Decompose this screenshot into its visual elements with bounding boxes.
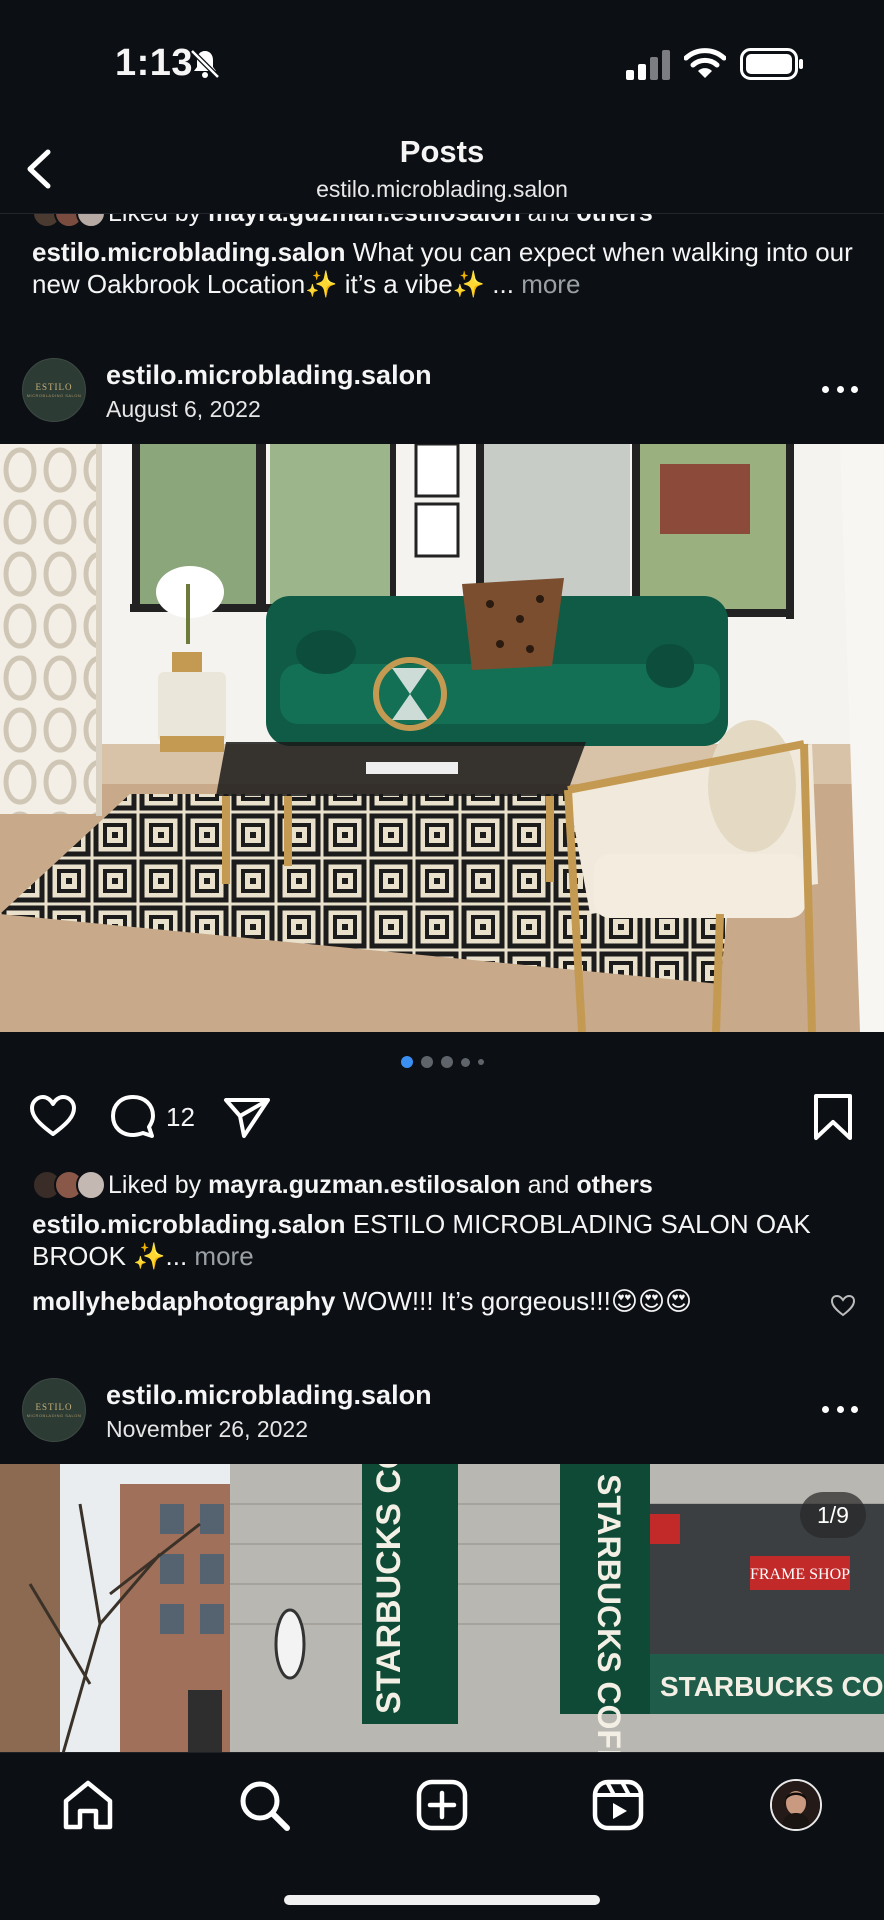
post-caption: estilo.microblading.salon ESTILO MICROBL… [32,1208,862,1272]
bookmark-icon[interactable] [808,1092,858,1142]
caption-username[interactable]: estilo.microblading.salon [32,1209,346,1239]
liked-and: and [528,214,570,228]
liked-user-link[interactable]: mayra.guzman.estilosalon [208,1171,521,1200]
search-icon[interactable] [236,1777,292,1833]
liked-prefix: Liked by [108,214,201,228]
profile-avatar[interactable]: ESTILO MICROBLADING SALON [22,1378,86,1442]
post-photo-street[interactable]: FRAME SHOP STARBUCKS COFFEE STARBUCKS CO… [0,1464,884,1752]
wifi-icon [684,48,726,78]
avatar-logo-text: ESTILO [35,382,73,392]
avatar-logo-subtext: MICROBLADING SALON [26,393,82,398]
share-send-icon[interactable] [222,1092,272,1142]
avatar-logo-subtext: MICROBLADING SALON [26,1413,82,1418]
liked-by-row[interactable]: Liked by mayra.guzman.estilosalon and ot… [32,1168,653,1202]
status-time: 1:13 [115,42,194,84]
liked-and: and [527,1170,570,1199]
comment-like-heart-icon[interactable] [830,1294,856,1318]
prev-caption: estilo.microblading.salon What you can e… [32,236,862,300]
comment-text: WOW!!! It’s gorgeous!!!😍😍😍 [342,1286,693,1316]
bell-off-icon [190,49,220,79]
bottom-tab-bar [0,1752,884,1920]
liked-prefix: Liked by [108,1170,202,1199]
battery-icon [740,48,803,80]
reels-icon[interactable] [590,1777,646,1833]
post-date: November 26, 2022 [106,1416,309,1442]
post-date: August 6, 2022 [106,396,261,422]
posts-feed[interactable]: Liked by mayra.guzman.estilosalon and ot… [0,214,884,1752]
home-icon[interactable] [60,1777,116,1833]
post-username[interactable]: estilo.microblading.salon [106,360,432,391]
carousel-dot [420,1056,433,1068]
carousel-counter: 1/9 [800,1492,866,1538]
post-header: ESTILO MICROBLADING SALON estilo.microbl… [0,1364,884,1454]
more-link[interactable]: more [521,269,580,299]
lounge-photo-illustration [0,444,884,1032]
shop-sign-text: FRAME SHOP [750,1566,850,1583]
more-options-icon[interactable] [822,1394,858,1424]
more-options-icon[interactable] [822,374,858,404]
liked-avatars [32,1170,106,1200]
liked-user-link[interactable]: mayra.guzman.estilosalon [208,214,521,228]
banner-text-left: STARBUCKS COFFEE [370,1464,408,1714]
comment-username[interactable]: mollyhebdaphotography [32,1286,335,1316]
carousel-dot-active [400,1056,413,1068]
profile-avatar[interactable] [770,1779,822,1831]
status-bar: 1:13 [0,0,884,130]
banner-text-right: STARBUCKS COFFEE [591,1474,627,1752]
post-photo-lounge[interactable] [0,444,884,1032]
carousel-dot [440,1056,453,1068]
carousel-dot [477,1059,484,1065]
storefront-sign-text: STARBUCKS COFFEE [660,1671,884,1702]
page-subtitle: estilo.microblading.salon [316,176,568,202]
carousel-dot [460,1057,470,1067]
comment-icon[interactable] [108,1092,158,1142]
liked-avatars [32,214,106,228]
post-header: ESTILO MICROBLADING SALON estilo.microbl… [0,344,884,434]
avatar [76,1170,106,1200]
avatar-logo-text: ESTILO [35,1402,73,1412]
comment-count: 12 [166,1102,195,1132]
prev-liked-by[interactable]: Liked by mayra.guzman.estilosalon and ot… [32,214,653,230]
post-username[interactable]: estilo.microblading.salon [106,1380,432,1411]
street-photo-illustration: FRAME SHOP STARBUCKS COFFEE STARBUCKS CO… [0,1464,884,1752]
post-actions: 12 [0,1092,884,1152]
caption-username[interactable]: estilo.microblading.salon [32,237,346,267]
top-comment: mollyhebdaphotography WOW!!! It’s gorgeo… [32,1286,792,1317]
profile-photo [772,1781,820,1829]
page-title: Posts [399,134,485,169]
like-heart-icon[interactable] [28,1092,78,1142]
liked-others-link[interactable]: others [576,1171,652,1200]
create-icon[interactable] [414,1777,470,1833]
more-link[interactable]: more [194,1241,253,1271]
nav-header: Posts estilo.microblading.salon [0,120,884,214]
carousel-indicator [0,1056,884,1068]
signal-icon [626,50,670,80]
avatar [76,214,106,228]
liked-others-link[interactable]: others [576,214,652,228]
home-indicator [284,1895,600,1905]
profile-avatar[interactable]: ESTILO MICROBLADING SALON [22,358,86,422]
